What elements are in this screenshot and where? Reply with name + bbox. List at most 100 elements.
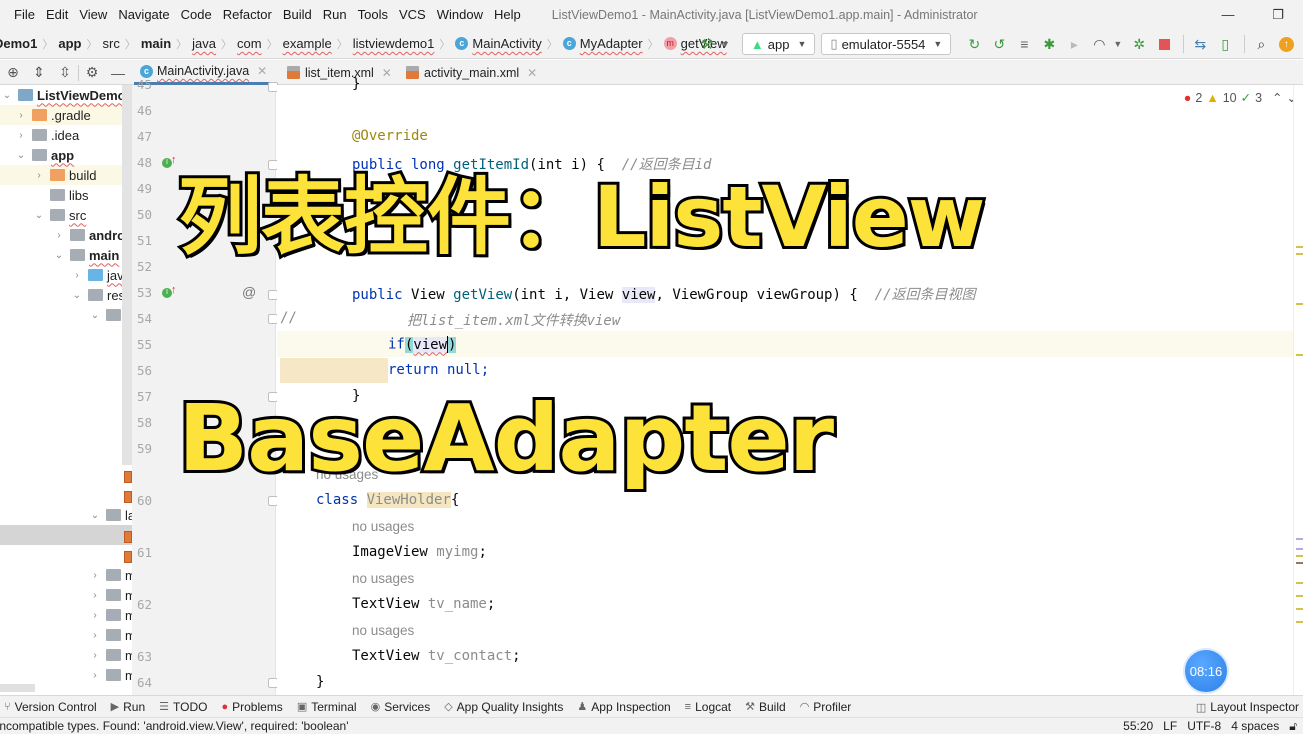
tree-item-src[interactable]: ⌄ src — [32, 205, 87, 225]
lock-icon[interactable]: 🔓︎ — [1289, 719, 1297, 734]
status-message[interactable]: Incompatible types. Found: 'android.view… — [0, 719, 349, 733]
tool-logcat[interactable]: ≡ Logcat — [685, 700, 731, 714]
hammer-icon[interactable]: ⚒ — [696, 33, 718, 55]
marker[interactable] — [1296, 562, 1303, 564]
crumb-myadapter[interactable]: MyAdapter — [580, 36, 643, 51]
tool-problems[interactable]: ● Problems — [221, 700, 282, 714]
file-encoding[interactable]: UTF-8 — [1187, 719, 1221, 734]
profile-icon[interactable]: ◠ — [1088, 33, 1110, 55]
tool-terminal[interactable]: ▣ Terminal — [297, 700, 357, 714]
line-separator[interactable]: LF — [1163, 719, 1177, 734]
tree-item-app[interactable]: ⌄ app — [14, 145, 74, 165]
crumb-java[interactable]: java — [192, 36, 216, 51]
tree-scrollbar[interactable] — [122, 85, 132, 465]
indent-setting[interactable]: 4 spaces — [1231, 719, 1279, 734]
tool-layout-inspector[interactable]: ◫ Layout Inspector — [1196, 700, 1299, 714]
tree-item-mipmap[interactable]: › mipmap — [88, 605, 132, 625]
crumb-project[interactable]: Demo1 — [0, 36, 37, 51]
warning-marker[interactable] — [1296, 582, 1303, 584]
restore-button[interactable]: ❐ — [1253, 7, 1303, 23]
chevron-up-icon[interactable]: ⌃ — [1272, 90, 1282, 105]
marker[interactable] — [1296, 548, 1303, 550]
crumb-app[interactable]: app — [58, 36, 81, 51]
expand-all-icon[interactable]: ⇕ — [26, 64, 52, 81]
menu-window[interactable]: Window — [437, 7, 483, 22]
warning-marker[interactable] — [1296, 595, 1303, 597]
attach-debugger-icon[interactable]: ▸ — [1063, 33, 1085, 55]
menu-vcs[interactable]: VCS — [399, 7, 426, 22]
close-icon[interactable]: ✕ — [382, 66, 392, 80]
tree-item-mipmap[interactable]: › mipmap — [88, 565, 132, 585]
usages-hint[interactable]: no usages — [352, 623, 414, 638]
tree-file[interactable] — [124, 487, 132, 507]
search-icon[interactable]: ⌕ — [1250, 33, 1272, 55]
collapse-all-icon[interactable]: ⇳ — [52, 64, 78, 81]
tree-item-mipmap[interactable]: › mipmap — [88, 665, 132, 685]
tree-item-build[interactable]: › build — [32, 165, 96, 185]
warning-marker[interactable] — [1296, 246, 1303, 248]
menu-navigate[interactable]: Navigate — [118, 7, 169, 22]
menu-help[interactable]: Help — [494, 7, 521, 22]
warning-marker[interactable] — [1296, 608, 1303, 610]
stop-icon[interactable] — [1153, 33, 1175, 55]
tree-item-res[interactable]: ⌄ res — [70, 285, 125, 305]
crumb-package[interactable]: listviewdemo1 — [353, 36, 435, 51]
at-annotation-icon[interactable]: @ — [242, 284, 256, 300]
crumb-src[interactable]: src — [102, 36, 119, 51]
tree-item-mipmap[interactable]: › mipmap — [88, 625, 132, 645]
device-manager-icon[interactable]: ▯ — [1214, 33, 1236, 55]
tool-app-quality-insights[interactable]: ◇ App Quality Insights — [444, 700, 563, 714]
warning-marker[interactable] — [1296, 253, 1303, 255]
tool-run[interactable]: ▶ Run — [111, 700, 145, 714]
tree-item-mipmap[interactable]: › mipmap — [88, 645, 132, 665]
menu-refactor[interactable]: Refactor — [223, 7, 272, 22]
tree-item-mipmap[interactable]: › mipmap — [88, 585, 132, 605]
tree-file[interactable] — [124, 527, 132, 547]
tab-list-item[interactable]: list_item.xml ✕ — [281, 60, 398, 85]
apply-code-changes-icon[interactable]: ↺ — [988, 33, 1010, 55]
timer-badge[interactable]: 08:16 — [1183, 648, 1229, 694]
chevron-down-icon[interactable]: ▼ — [721, 39, 730, 49]
tree-item-gradle[interactable]: › .gradle — [14, 105, 90, 125]
tab-activity-main[interactable]: activity_main.xml ✕ — [400, 60, 543, 85]
close-icon[interactable]: ✕ — [527, 66, 537, 80]
close-icon[interactable]: ✕ — [257, 64, 267, 78]
editor-scrollbar[interactable] — [1293, 85, 1303, 695]
tree-item-layout[interactable]: ⌄ layout — [88, 505, 132, 525]
sync-gradle-icon[interactable]: ⇆ — [1189, 33, 1211, 55]
tool-services[interactable]: ◉ Services — [371, 700, 431, 714]
crumb-com[interactable]: com — [237, 36, 262, 51]
device-select[interactable]: ▯ emulator-5554 ▼ — [821, 33, 952, 55]
override-arrow-icon[interactable]: ↑ — [171, 154, 177, 166]
tree-item-androidtest[interactable]: › androidTest — [52, 225, 132, 245]
menu-file[interactable]: File — [14, 7, 35, 22]
menu-tools[interactable]: Tools — [358, 7, 388, 22]
tool-build[interactable]: ⚒ Build — [745, 700, 786, 714]
tree-item-main[interactable]: ⌄ main — [52, 245, 120, 265]
tool-app-inspection[interactable]: ♟ App Inspection — [577, 700, 670, 714]
menu-view[interactable]: View — [79, 7, 107, 22]
tool-todo[interactable]: ☰ TODO — [159, 700, 207, 714]
crumb-mainactivity[interactable]: MainActivity — [472, 36, 541, 51]
run-config-select[interactable]: ▲ app ▼ — [741, 33, 816, 55]
debug-attach-icon[interactable]: ✲ — [1128, 33, 1150, 55]
warning-marker[interactable] — [1296, 354, 1303, 356]
crumb-main[interactable]: main — [141, 36, 171, 51]
warning-marker[interactable] — [1296, 621, 1303, 623]
override-arrow-icon[interactable]: ↑ — [171, 284, 177, 296]
hide-icon[interactable]: — — [105, 65, 131, 81]
chevron-down-icon[interactable]: ▼ — [1113, 39, 1122, 49]
marker[interactable] — [1296, 538, 1303, 540]
run-tests-icon[interactable]: ≡ — [1013, 33, 1035, 55]
gear-icon[interactable]: ⚙ — [79, 64, 105, 81]
tree-item-libs[interactable]: libs — [50, 185, 89, 205]
locate-icon[interactable]: ⊕ — [0, 64, 26, 81]
tree-item-project[interactable]: ⌄ ListViewDemo1 — [0, 85, 132, 105]
menu-run[interactable]: Run — [323, 7, 347, 22]
warning-marker[interactable] — [1296, 555, 1303, 557]
warning-marker[interactable] — [1296, 303, 1303, 305]
tool-profiler[interactable]: ◠ Profiler — [800, 700, 852, 714]
tree-file[interactable] — [124, 547, 132, 567]
usages-hint[interactable]: no usages — [352, 519, 414, 534]
tree-item-idea[interactable]: › .idea — [14, 125, 79, 145]
